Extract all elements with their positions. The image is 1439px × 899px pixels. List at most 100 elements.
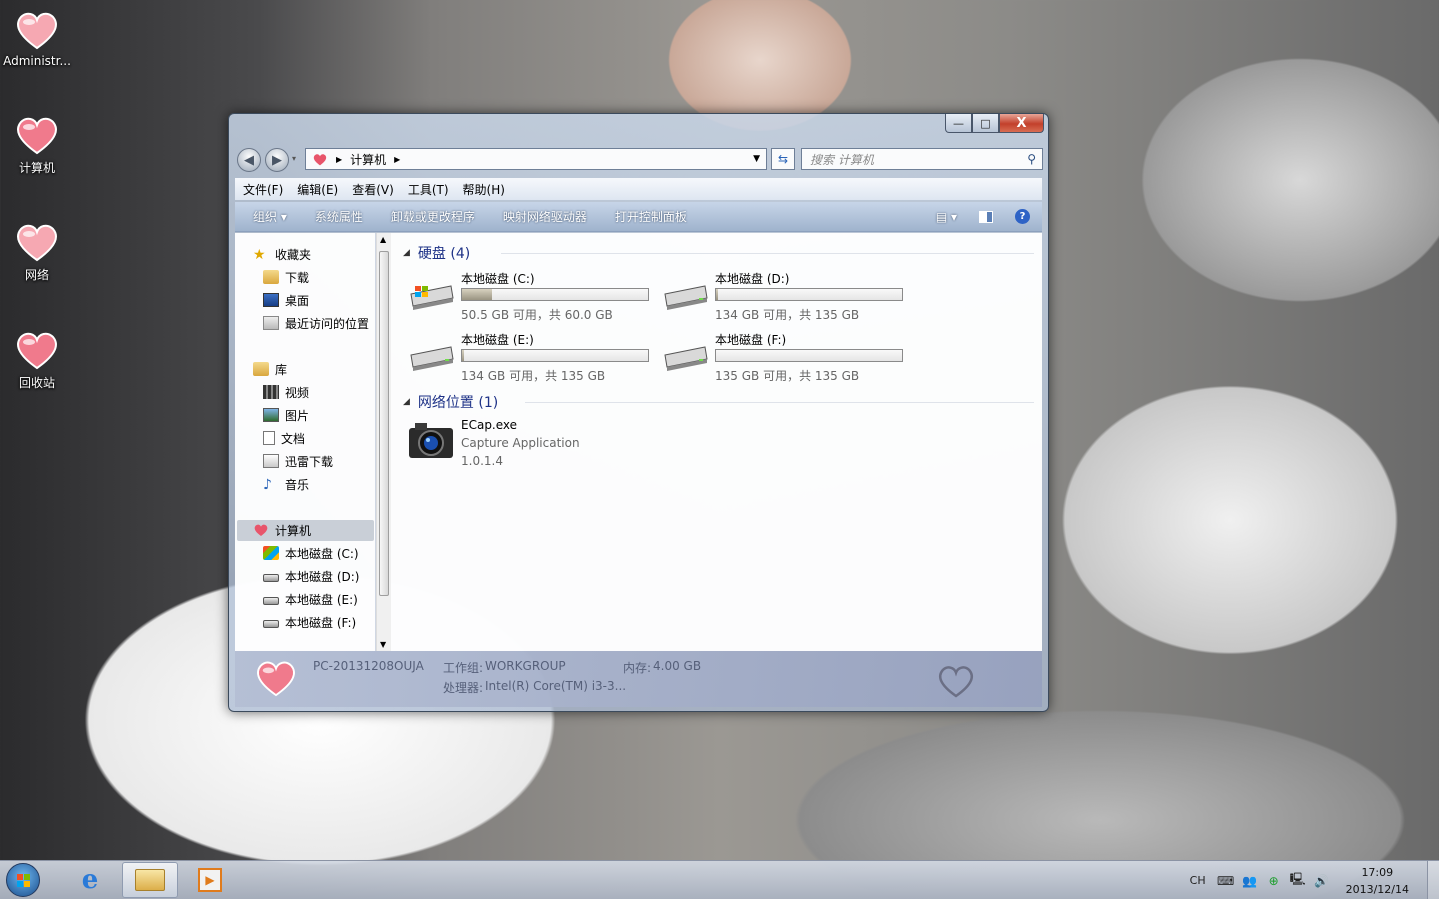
window-controls: — □ X: [945, 114, 1044, 133]
heart-icon: [313, 153, 327, 165]
heart-icon: [257, 661, 295, 697]
breadcrumb-computer[interactable]: 计算机: [350, 151, 386, 168]
nav-label: 本地磁盘 (E:): [285, 592, 358, 607]
nav-pictures[interactable]: 图片: [263, 406, 309, 424]
taskbar-media-player[interactable]: ▶: [182, 862, 238, 898]
nav-label: 本地磁盘 (C:): [285, 546, 359, 561]
keyboard-icon[interactable]: ⌨: [1217, 873, 1234, 889]
nav-drive-e[interactable]: 本地磁盘 (E:): [263, 590, 358, 608]
taskbar-internet-explorer[interactable]: e: [62, 862, 118, 898]
pictures-icon: [263, 408, 279, 422]
search-input[interactable]: 搜索 计算机 ⚲: [801, 148, 1043, 170]
nav-downloads[interactable]: 下载: [263, 268, 309, 286]
forward-button[interactable]: ▶: [265, 148, 289, 172]
clock-date: 2013/12/14: [1345, 882, 1409, 896]
processor-value: Intel(R) Core(TM) i3-3...: [485, 679, 627, 693]
refresh-icon: ⇆: [777, 152, 789, 166]
nav-desktop[interactable]: 桌面: [263, 291, 309, 309]
minimize-button[interactable]: —: [945, 114, 972, 133]
drive-usage-bar: [461, 349, 649, 362]
navigation-row: ◀ ▶ ▾ ▶ 计算机 ▶ ▼ ⇆ 搜索 计算机 ⚲: [235, 146, 1043, 172]
collapse-triangle-icon[interactable]: ◢: [403, 248, 410, 258]
system-properties-button[interactable]: 系统属性: [315, 208, 363, 225]
nav-drive-d[interactable]: 本地磁盘 (D:): [263, 567, 359, 585]
search-icon[interactable]: ⚲: [1027, 152, 1036, 166]
scrollbar-thumb[interactable]: [379, 251, 389, 596]
nav-label: 音乐: [285, 477, 310, 492]
show-desktop-button[interactable]: [1427, 861, 1439, 899]
heart-icon: [17, 117, 57, 155]
open-control-panel-button[interactable]: 打开控制面板: [615, 208, 687, 225]
users-icon[interactable]: 👥: [1242, 873, 1258, 889]
network-icon[interactable]: 🖳: [1290, 872, 1306, 889]
library-folder-icon: [253, 362, 269, 376]
nav-drive-c[interactable]: 本地磁盘 (C:): [263, 544, 359, 562]
preview-pane-icon[interactable]: [979, 210, 993, 223]
nav-videos[interactable]: 视频: [263, 383, 309, 401]
menu-help[interactable]: 帮助(H): [463, 181, 505, 198]
organize-button[interactable]: 组织 ▾: [253, 208, 287, 225]
group-divider: [525, 402, 1034, 403]
heart-outline-icon: [939, 666, 973, 698]
map-network-drive-button[interactable]: 映射网络驱动器: [503, 208, 587, 225]
search-placeholder: 搜索 计算机: [810, 152, 874, 167]
group-title: 网络位置 (1): [417, 395, 499, 411]
drive-c[interactable]: 本地磁盘 (C:) 50.5 GB 可用，共 60.0 GB: [407, 270, 657, 326]
view-options-icon[interactable]: ▤ ▾: [936, 210, 957, 224]
scroll-down-icon[interactable]: ▼: [380, 640, 386, 649]
menu-view[interactable]: 查看(V): [352, 181, 394, 198]
drive-space-info: 134 GB 可用，共 135 GB: [715, 308, 860, 322]
menu-bar: 文件(F) 编辑(E) 查看(V) 工具(T) 帮助(H): [235, 178, 1042, 200]
workgroup-value: WORKGROUP: [485, 659, 566, 673]
close-button[interactable]: X: [999, 114, 1044, 133]
menu-tools[interactable]: 工具(T): [408, 181, 449, 198]
nav-libraries[interactable]: 库: [253, 360, 287, 378]
address-bar[interactable]: ▶ 计算机 ▶ ▼: [305, 148, 767, 170]
refresh-button[interactable]: ⇆: [771, 148, 795, 170]
group-hard-disks[interactable]: ◢ 硬盘 (4): [403, 243, 470, 263]
nav-music[interactable]: ♪ 音乐: [263, 475, 309, 493]
nav-documents[interactable]: 文档: [263, 429, 305, 447]
volume-icon[interactable]: 🔊: [1314, 873, 1330, 889]
nav-recent-places[interactable]: 最近访问的位置: [263, 314, 369, 332]
nav-scrollbar[interactable]: ▲ ▼: [376, 233, 391, 651]
drive-name: 本地磁盘 (D:): [715, 272, 790, 286]
drive-usage-fill: [462, 350, 464, 361]
chevron-down-icon[interactable]: ▼: [753, 154, 760, 164]
toolbar-right: ▤ ▾ ?: [936, 209, 1030, 224]
drive-e[interactable]: 本地磁盘 (E:) 134 GB 可用，共 135 GB: [407, 331, 657, 387]
language-indicator[interactable]: CH: [1190, 874, 1206, 887]
nav-label: 收藏夹: [275, 247, 312, 262]
menu-edit[interactable]: 编辑(E): [297, 181, 338, 198]
security-shield-icon[interactable]: ⊕: [1266, 873, 1282, 889]
recent-pages-dropdown[interactable]: ▾: [292, 154, 296, 163]
hard-drive-icon: [263, 597, 279, 605]
uninstall-program-button[interactable]: 卸载或更改程序: [391, 208, 475, 225]
nav-favorites[interactable]: ★ 收藏夹: [253, 245, 311, 263]
collapse-triangle-icon[interactable]: ◢: [403, 397, 410, 407]
breadcrumb-arrow-icon[interactable]: ▶: [394, 155, 400, 164]
nav-drive-f[interactable]: 本地磁盘 (F:): [263, 613, 356, 631]
desktop-icon-administrator[interactable]: Administr...: [0, 10, 74, 68]
network-item-ecap[interactable]: ECap.exe Capture Application 1.0.1.4: [407, 418, 657, 478]
desktop-icon-computer[interactable]: 计算机: [0, 115, 74, 176]
drive-d[interactable]: 本地磁盘 (D:) 134 GB 可用，共 135 GB: [661, 270, 911, 326]
taskbar-explorer[interactable]: [122, 862, 178, 898]
scroll-up-icon[interactable]: ▲: [380, 235, 386, 244]
group-network-locations[interactable]: ◢ 网络位置 (1): [403, 392, 498, 412]
breadcrumb-arrow-icon[interactable]: ▶: [336, 155, 342, 164]
thunder-download-folder-icon: [263, 454, 279, 468]
desktop-icon-network[interactable]: 网络: [0, 222, 74, 283]
nav-thunder-downloads[interactable]: 迅雷下载: [263, 452, 333, 470]
maximize-button[interactable]: □: [972, 114, 999, 133]
nav-computer[interactable]: 计算机: [253, 521, 311, 539]
menu-file[interactable]: 文件(F): [243, 181, 283, 198]
start-button[interactable]: [6, 863, 40, 897]
music-note-icon: ♪: [263, 477, 272, 493]
desktop-icon-recycle-bin[interactable]: 回收站: [0, 330, 74, 391]
app-description: Capture Application: [461, 436, 580, 450]
help-icon[interactable]: ?: [1015, 209, 1030, 224]
back-button[interactable]: ◀: [237, 148, 261, 172]
clock[interactable]: 17:09 2013/12/14: [1346, 864, 1409, 898]
drive-f[interactable]: 本地磁盘 (F:) 135 GB 可用，共 135 GB: [661, 331, 911, 387]
